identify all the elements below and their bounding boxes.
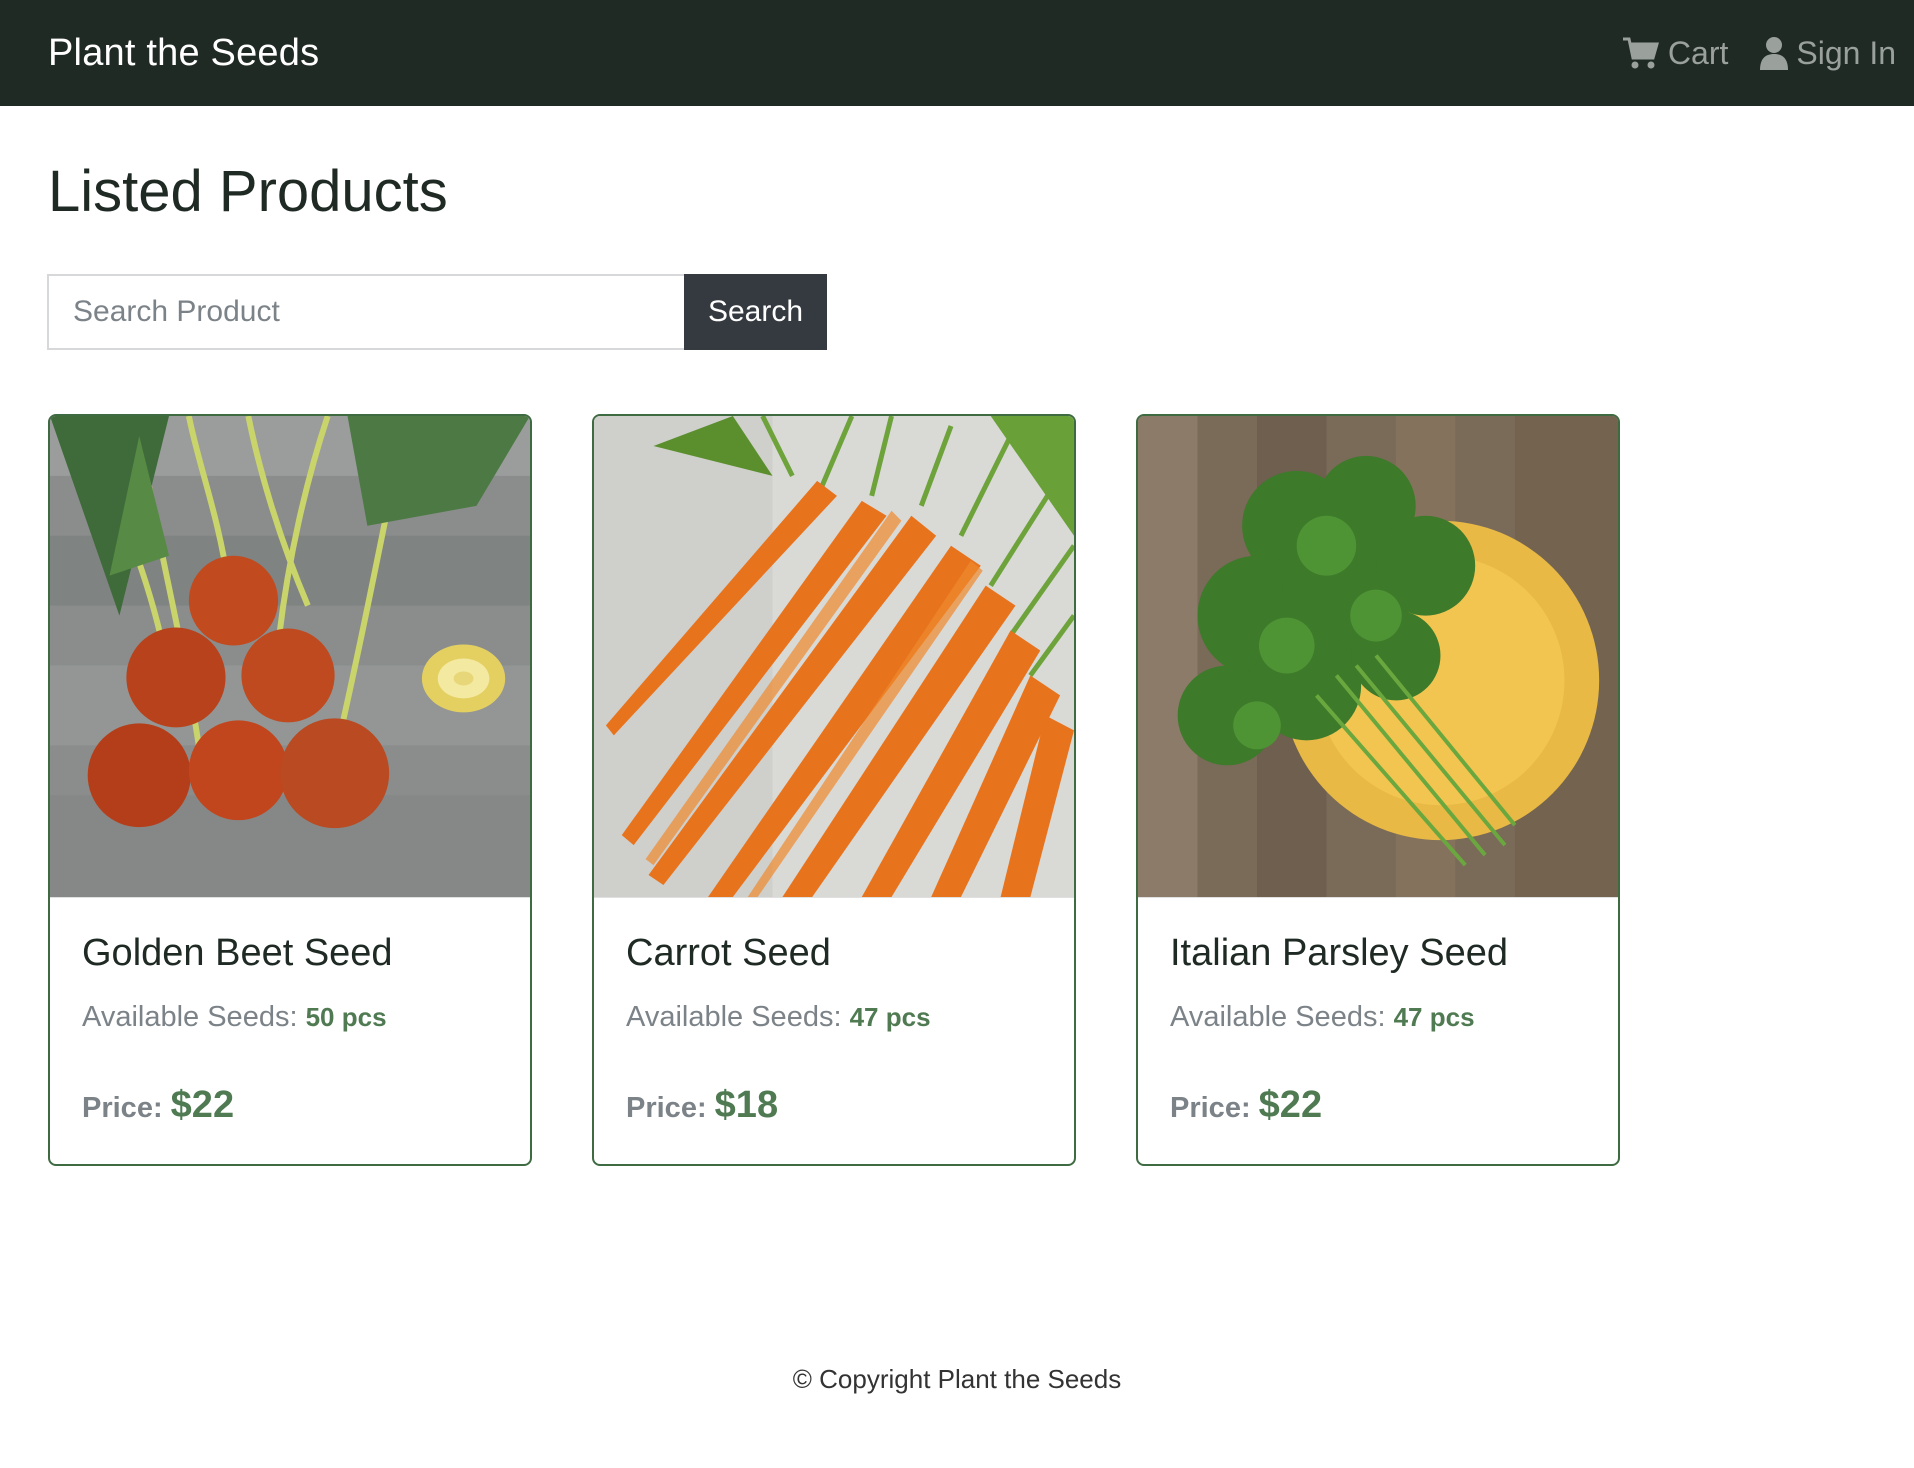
sign-in-label: Sign In bbox=[1796, 34, 1896, 71]
price-label: Price: bbox=[626, 1092, 707, 1124]
product-name[interactable]: Italian Parsley Seed bbox=[1170, 932, 1586, 975]
price-label: Price: bbox=[82, 1092, 163, 1124]
search-form: Search bbox=[47, 274, 827, 350]
cart-label: Cart bbox=[1667, 34, 1729, 71]
search-input[interactable] bbox=[47, 274, 684, 350]
product-availability: Available Seeds: 47 pcs bbox=[1170, 1001, 1586, 1034]
top-navbar: Plant the Seeds Cart Sign In bbox=[0, 0, 1914, 106]
product-name[interactable]: Carrot Seed bbox=[626, 932, 1042, 975]
sign-in-link[interactable]: Sign In bbox=[1760, 35, 1896, 72]
search-button[interactable]: Search bbox=[684, 274, 827, 350]
page-title: Listed Products bbox=[48, 159, 448, 224]
product-card-golden-beet[interactable]: Golden Beet Seed Available Seeds: 50 pcs… bbox=[48, 414, 532, 1166]
price-amount: $22 bbox=[170, 1084, 235, 1126]
product-price: Price: $18 bbox=[626, 1084, 1042, 1127]
product-price: Price: $22 bbox=[1170, 1084, 1586, 1127]
product-image-golden-beet bbox=[50, 416, 530, 898]
availability-label: Available Seeds: bbox=[626, 1001, 842, 1033]
availability-qty: 47 pcs bbox=[849, 1002, 931, 1032]
user-icon bbox=[1760, 36, 1789, 70]
availability-label: Available Seeds: bbox=[82, 1001, 298, 1033]
availability-qty: 47 pcs bbox=[1393, 1002, 1475, 1032]
brand-logo-text[interactable]: Plant the Seeds bbox=[48, 32, 319, 75]
availability-qty: 50 pcs bbox=[305, 1002, 387, 1032]
cart-icon bbox=[1622, 36, 1660, 70]
price-amount: $18 bbox=[714, 1084, 779, 1126]
product-availability: Available Seeds: 47 pcs bbox=[626, 1001, 1042, 1034]
product-card-italian-parsley[interactable]: Italian Parsley Seed Available Seeds: 47… bbox=[1136, 414, 1620, 1166]
product-card-carrot[interactable]: Carrot Seed Available Seeds: 47 pcs Pric… bbox=[592, 414, 1076, 1166]
product-image-italian-parsley bbox=[1138, 416, 1618, 898]
product-image-carrot bbox=[594, 416, 1074, 898]
footer-copyright: © Copyright Plant the Seeds bbox=[792, 1364, 1122, 1394]
availability-label: Available Seeds: bbox=[1170, 1001, 1386, 1033]
price-amount: $22 bbox=[1258, 1084, 1323, 1126]
cart-link[interactable]: Cart bbox=[1622, 35, 1728, 72]
price-label: Price: bbox=[1170, 1092, 1251, 1124]
nav-links: Cart Sign In bbox=[1622, 35, 1896, 72]
product-price: Price: $22 bbox=[82, 1084, 498, 1127]
product-availability: Available Seeds: 50 pcs bbox=[82, 1001, 498, 1034]
product-name[interactable]: Golden Beet Seed bbox=[82, 932, 498, 975]
